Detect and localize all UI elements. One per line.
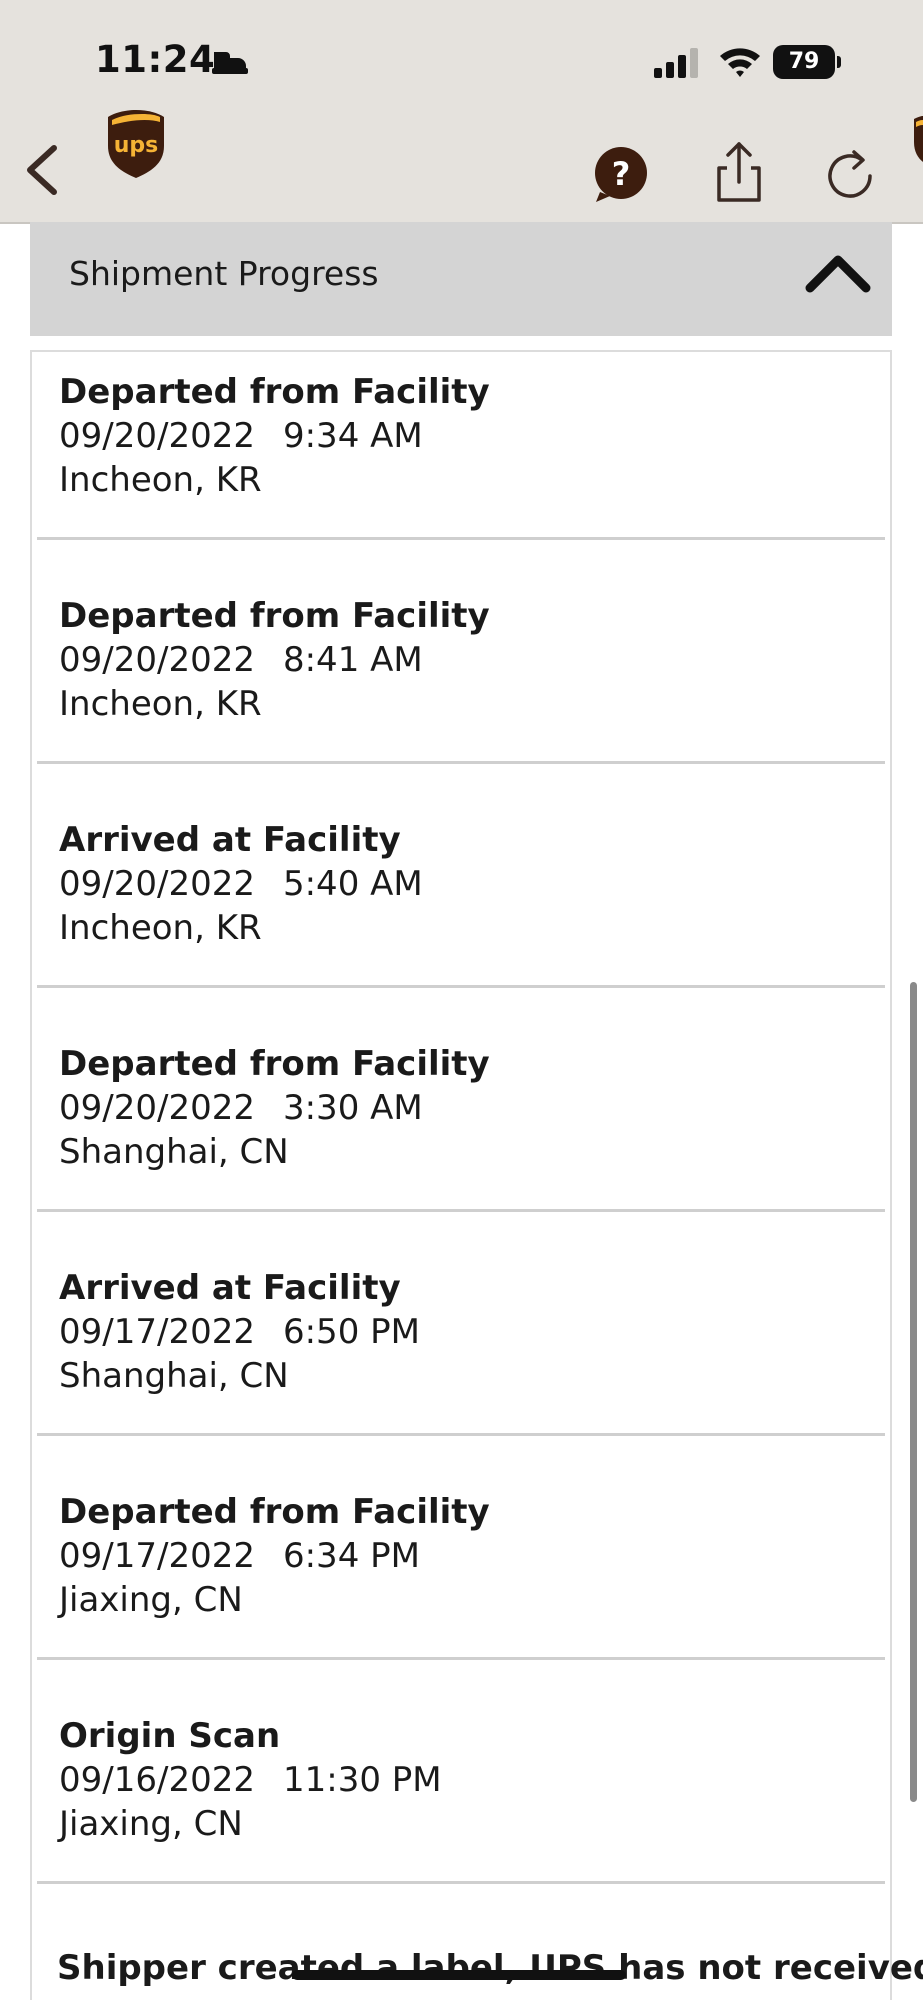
event-time: 3:30 AM (282, 1088, 423, 1128)
section-title: Shipment Progress (69, 254, 379, 293)
svg-text:ups: ups (114, 133, 159, 158)
shipment-progress-header[interactable]: Shipment Progress (30, 222, 892, 336)
event-location: Shanghai, CN (59, 1132, 289, 1172)
status-time: 11:24 (95, 38, 216, 81)
event-location: Jiaxing, CN (59, 1804, 243, 1844)
refresh-button[interactable] (826, 146, 876, 202)
event-location: Incheon, KR (59, 684, 262, 724)
list-item: Origin Scan 09/16/2022 11:30 PM Jiaxing, … (32, 1660, 890, 1884)
top-chrome: 11:24 79 ups ? (0, 0, 923, 224)
chevron-up-icon[interactable] (804, 250, 872, 294)
list-item: Arrived at Facility 09/20/2022 5:40 AM In… (32, 764, 890, 988)
shipment-events-list: Departed from Facility 09/20/2022 9:34 AM… (30, 350, 892, 2000)
event-location: Jiaxing, CN (59, 1580, 243, 1620)
signal-icon (654, 48, 698, 78)
back-button[interactable] (18, 140, 68, 200)
event-date: 09/17/2022 (59, 1312, 255, 1352)
event-status-partial: Shipper created a label, UPS has not rec… (57, 1948, 923, 1988)
list-item: Departed from Facility 09/20/2022 3:30 AM… (32, 988, 890, 1212)
tracking-page: 11:24 79 ups ? Shipment Progress Departe… (0, 0, 923, 2000)
event-time: 8:41 AM (282, 640, 423, 680)
event-date: 09/20/2022 (59, 864, 255, 904)
event-date: 09/20/2022 (59, 640, 255, 680)
event-time: 11:30 PM (282, 1760, 442, 1800)
event-location: Incheon, KR (59, 908, 262, 948)
event-date: 09/20/2022 (59, 1088, 255, 1128)
event-datetime: 09/17/2022 6:50 PM (59, 1310, 420, 1354)
wifi-icon (720, 48, 760, 77)
list-item: Departed from Facility 09/17/2022 6:34 PM… (32, 1436, 890, 1660)
event-datetime: 09/20/2022 3:30 AM (59, 1086, 490, 1130)
ups-logo-partial (914, 116, 923, 162)
list-item: Departed from Facility 09/20/2022 8:41 AM… (32, 540, 890, 764)
event-datetime: 09/17/2022 6:34 PM (59, 1534, 490, 1578)
event-status: Departed from Facility (59, 372, 490, 412)
event-time: 5:40 AM (282, 864, 423, 904)
share-button[interactable] (714, 140, 764, 204)
event-date: 09/16/2022 (59, 1760, 255, 1800)
list-item: Departed from Facility 09/20/2022 9:34 AM… (32, 352, 890, 540)
divider (37, 1881, 885, 1884)
event-location: Shanghai, CN (59, 1356, 289, 1396)
event-date: 09/17/2022 (59, 1536, 255, 1576)
list-item: Arrived at Facility 09/17/2022 6:50 PM Sh… (32, 1212, 890, 1436)
event-time: 6:50 PM (282, 1312, 420, 1352)
event-status: Departed from Facility (59, 1044, 490, 1084)
event-datetime: 09/16/2022 11:30 PM (59, 1758, 442, 1802)
event-status: Arrived at Facility (59, 1268, 401, 1308)
event-status: Departed from Facility (59, 1492, 490, 1532)
event-date: 09/20/2022 (59, 416, 255, 456)
ups-logo: ups (108, 110, 164, 178)
svg-text:?: ? (612, 155, 631, 193)
event-datetime: 09/20/2022 5:40 AM (59, 862, 423, 906)
event-time: 6:34 PM (282, 1536, 420, 1576)
battery-level: 79 (773, 45, 835, 79)
event-status: Departed from Facility (59, 596, 490, 636)
event-status: Origin Scan (59, 1716, 281, 1756)
help-button[interactable]: ? (592, 146, 650, 204)
event-status: Arrived at Facility (59, 820, 401, 860)
home-indicator[interactable] (292, 1970, 626, 1980)
scrollbar[interactable] (910, 982, 917, 1802)
sleep-mode-icon (212, 52, 248, 74)
event-datetime: 09/20/2022 9:34 AM (59, 414, 490, 458)
event-datetime: 09/20/2022 8:41 AM (59, 638, 490, 682)
battery-indicator: 79 (773, 45, 843, 79)
event-time: 9:34 AM (282, 416, 423, 456)
event-location: Incheon, KR (59, 460, 262, 500)
